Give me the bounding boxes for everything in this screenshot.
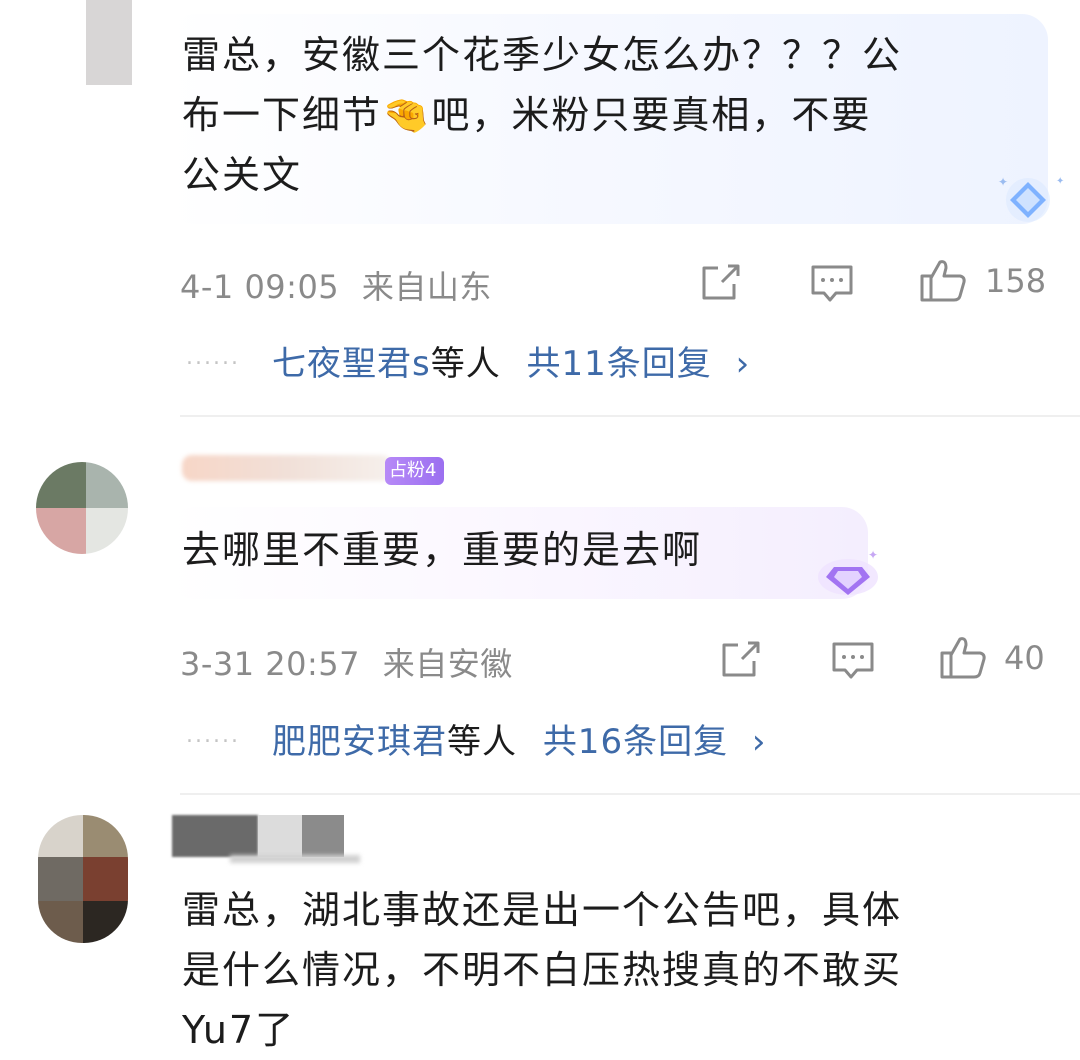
timestamp: 4-1 09:05 bbox=[180, 268, 340, 306]
replies-names: 肥肥安琪君 bbox=[272, 722, 447, 762]
comment-meta: 4-1 09:05 来自山东 bbox=[180, 262, 492, 308]
thumbs-up-icon[interactable] bbox=[918, 256, 968, 304]
timestamp: 3-31 20:57 bbox=[180, 645, 361, 683]
diamond-gem-icon: ✦ bbox=[818, 548, 878, 595]
comment-text: 去哪里不重要，重要的是去啊 bbox=[182, 528, 703, 572]
comment-2: 占粉4 去哪里不重要，重要的是去啊 ✦ 3-31 20:57 来自安徽 40 .… bbox=[0, 417, 1080, 792]
replies-dots: ...... bbox=[186, 723, 240, 748]
username-blurred[interactable] bbox=[172, 815, 344, 857]
view-replies-link[interactable]: 肥肥安琪君等人 共16条回复 › bbox=[272, 714, 767, 763]
thumbs-up-icon[interactable] bbox=[938, 633, 988, 681]
comment-text: 雷总，湖北事故还是出一个公告吧，具体 是什么情况，不明不白压热搜真的不敢买 Yu… bbox=[182, 888, 903, 1052]
avatar[interactable] bbox=[38, 0, 148, 85]
diamond-gem-icon: ✦ ✦ bbox=[998, 175, 1064, 222]
fan-badge: 占粉4 bbox=[385, 457, 445, 485]
location: 来自山东 bbox=[361, 268, 492, 306]
comment-icon[interactable] bbox=[829, 639, 877, 683]
comment-1: 雷总，安徽三个花季少女怎么办？？？公 布一下细节🤏吧，米粉只要真相，不要 公关文… bbox=[0, 0, 1080, 415]
location: 来自安徽 bbox=[382, 645, 513, 683]
comment-text: 雷总，安徽三个花季少女怎么办？？？公 布一下细节🤏吧，米粉只要真相，不要 公关文 bbox=[182, 33, 903, 197]
replies-suffix: 等人 bbox=[430, 344, 501, 384]
share-icon[interactable] bbox=[718, 637, 764, 681]
comment-icon[interactable] bbox=[808, 262, 856, 306]
like-count: 40 bbox=[1004, 639, 1045, 677]
username-blurred[interactable] bbox=[182, 455, 392, 481]
comment-3: 雷总，湖北事故还是出一个公告吧，具体 是什么情况，不明不白压热搜真的不敢买 Yu… bbox=[0, 795, 1080, 1052]
comment-meta: 3-31 20:57 来自安徽 bbox=[180, 639, 513, 685]
replies-suffix: 等人 bbox=[447, 722, 517, 762]
view-replies-link[interactable]: 七夜聖君s等人 共11条回复 › bbox=[272, 336, 750, 385]
svg-text:✦: ✦ bbox=[1056, 176, 1064, 187]
chevron-right-icon: › bbox=[751, 722, 767, 762]
avatar[interactable] bbox=[36, 462, 128, 554]
replies-dots: ...... bbox=[186, 345, 240, 370]
replies-count: 共16条回复 bbox=[542, 722, 729, 762]
replies-names: 七夜聖君s bbox=[272, 344, 431, 384]
like-count: 158 bbox=[985, 262, 1047, 300]
svg-text:✦: ✦ bbox=[868, 548, 878, 562]
avatar[interactable] bbox=[38, 815, 128, 943]
svg-text:✦: ✦ bbox=[998, 175, 1008, 189]
user-tag-blurred bbox=[230, 855, 360, 863]
chevron-right-icon: › bbox=[735, 344, 751, 384]
replies-count: 共11条回复 bbox=[526, 344, 712, 384]
share-icon[interactable] bbox=[698, 260, 744, 304]
